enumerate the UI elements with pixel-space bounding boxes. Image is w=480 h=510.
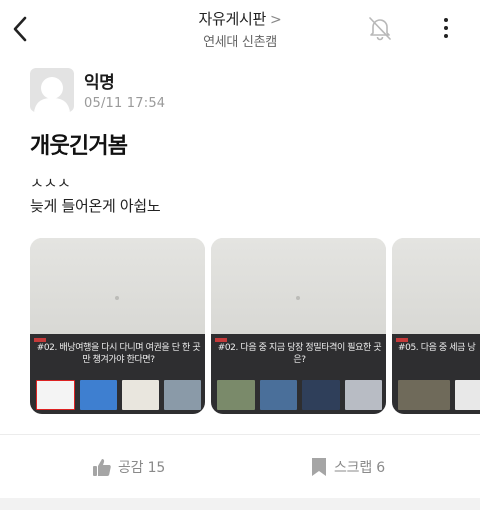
- image-carousel[interactable]: #02. 배낭여행을 다시 다니며 여권을 단 한 곳만 챙겨가야 한다면? #…: [30, 238, 480, 414]
- back-button[interactable]: [8, 12, 32, 46]
- slide-thumbnails: [36, 380, 201, 410]
- slide-question: #05. 다음 중 세금 낭: [398, 343, 476, 353]
- slide-thumbnails: [398, 380, 480, 410]
- post-body: ㅅㅅㅅ 늦게 들어온게 아쉽노: [30, 172, 161, 218]
- more-options-button[interactable]: [436, 16, 456, 40]
- school-name: 연세대 신촌캠: [203, 35, 277, 50]
- attached-image[interactable]: #05. 다음 중 세금 낭: [392, 238, 480, 414]
- back-arrow-icon: [13, 16, 27, 42]
- top-bar: 자유게시판 > 연세대 신촌캠: [0, 0, 480, 58]
- more-vertical-icon: [444, 18, 448, 22]
- photo-image: [164, 380, 201, 410]
- photo-image: [398, 380, 450, 410]
- author-info: 익명 05/11 17:54: [30, 66, 330, 118]
- bottom-separator: [0, 498, 480, 510]
- slide-question: #02. 배낭여행을 다시 다니며 여권을 단 한 곳만 챙겨가야 한다면?: [36, 343, 201, 365]
- user-silhouette-icon: [34, 77, 70, 112]
- board-title: 자유게시판: [198, 10, 267, 28]
- author-name: 익명: [84, 73, 115, 93]
- post-body-line: 늦게 들어온게 아쉽노: [30, 197, 161, 215]
- photo-image: [302, 380, 340, 410]
- post-timestamp: 05/11 17:54: [84, 96, 166, 111]
- flag-image: [80, 380, 117, 410]
- board-selector[interactable]: 자유게시판 > 연세대 신촌캠: [140, 8, 340, 50]
- attached-image[interactable]: #02. 배낭여행을 다시 다니며 여권을 단 한 곳만 챙겨가야 한다면?: [30, 238, 205, 414]
- bell-off-icon: [369, 17, 391, 41]
- scrap-count-label: 스크랩 6: [334, 460, 385, 476]
- avatar: [30, 68, 74, 112]
- notification-toggle[interactable]: [366, 14, 394, 42]
- like-count-label: 공감 15: [118, 460, 166, 476]
- flag-image: [122, 380, 159, 410]
- like-button[interactable]: 공감 15: [92, 452, 165, 482]
- thumbs-up-icon: [93, 459, 111, 476]
- post-body-line: ㅅㅅㅅ: [30, 174, 71, 192]
- bookmark-icon: [312, 458, 326, 476]
- slide-thumbnails: [217, 380, 382, 410]
- photo-image: [259, 380, 297, 410]
- divider: [0, 434, 480, 435]
- photo-image: [454, 380, 480, 410]
- post-title: 개웃긴거봄: [30, 134, 128, 159]
- photo-image: [344, 380, 382, 410]
- attached-image[interactable]: #02. 다음 중 지금 당장 정밀타격이 필요한 곳은?: [211, 238, 386, 414]
- chevron-right-icon: >: [270, 12, 282, 28]
- slide-question: #02. 다음 중 지금 당장 정밀타격이 필요한 곳은?: [217, 343, 382, 365]
- flag-image: [36, 380, 75, 410]
- scrap-button[interactable]: 스크랩 6: [310, 452, 385, 482]
- post-actions: 공감 15 스크랩 6: [0, 444, 480, 490]
- photo-image: [217, 380, 255, 410]
